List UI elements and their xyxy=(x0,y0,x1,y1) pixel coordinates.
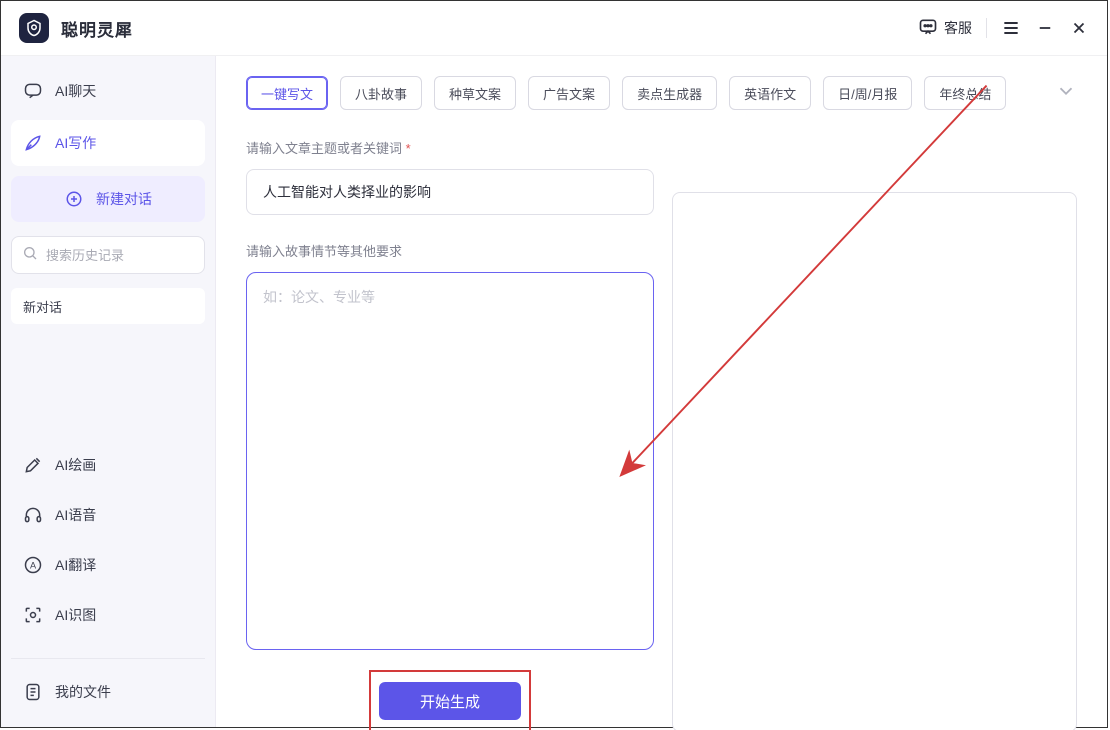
sidebar-item-label: AI绘画 xyxy=(55,455,96,475)
sidebar-item-ai-voice[interactable]: AI语音 xyxy=(11,492,205,538)
minimize-button[interactable] xyxy=(1035,18,1055,38)
template-tab[interactable]: 英语作文 xyxy=(729,76,811,110)
translate-icon: A xyxy=(23,555,43,575)
template-tab[interactable]: 年终总结 xyxy=(924,76,1006,110)
template-tab[interactable]: 种草文案 xyxy=(434,76,516,110)
plus-circle-icon xyxy=(64,189,84,209)
sidebar-item-label: AI翻译 xyxy=(55,555,96,575)
history-item-label: 新对话 xyxy=(23,297,62,316)
template-tab[interactable]: 日/周/月报 xyxy=(823,76,912,110)
template-tab[interactable]: 八卦故事 xyxy=(340,76,422,110)
generate-button[interactable]: 开始生成 xyxy=(379,682,521,720)
svg-text:A: A xyxy=(30,560,37,570)
main-content: 一键写文八卦故事种草文案广告文案卖点生成器英语作文日/周/月报年终总结 请输入文… xyxy=(216,56,1107,727)
sidebar-item-label: AI语音 xyxy=(55,505,96,525)
sidebar-item-ai-paint[interactable]: AI绘画 xyxy=(11,442,205,488)
divider xyxy=(986,18,987,38)
generate-highlight-box: 开始生成 xyxy=(369,670,531,730)
brush-icon xyxy=(23,455,43,475)
template-tab[interactable]: 卖点生成器 xyxy=(622,76,717,110)
sidebar-item-ai-translate[interactable]: A AI翻译 xyxy=(11,542,205,588)
form-column: 请输入文章主题或者关键词 * 请输入故事情节等其他要求 开始生成 xyxy=(246,134,654,730)
topic-input[interactable] xyxy=(263,184,637,200)
topic-input-wrapper[interactable] xyxy=(246,169,654,215)
chat-icon xyxy=(23,81,43,101)
chat-bubble-icon xyxy=(918,17,938,40)
sidebar-item-label: AI识图 xyxy=(55,605,96,625)
customer-support-button[interactable]: 客服 xyxy=(918,17,972,40)
sidebar-item-my-files[interactable]: 我的文件 xyxy=(11,669,205,715)
search-icon xyxy=(22,245,38,266)
expand-tabs-button[interactable] xyxy=(1055,80,1077,107)
history-item[interactable]: 新对话 xyxy=(11,288,205,324)
detail-textarea[interactable] xyxy=(246,272,654,650)
template-tab[interactable]: 广告文案 xyxy=(528,76,610,110)
topic-label: 请输入文章主题或者关键词 * xyxy=(246,138,654,157)
template-tabs: 一键写文八卦故事种草文案广告文案卖点生成器英语作文日/周/月报年终总结 xyxy=(246,76,1077,110)
new-chat-label: 新建对话 xyxy=(96,189,152,209)
sidebar-item-ai-chat[interactable]: AI聊天 xyxy=(11,68,205,114)
sidebar-item-ai-write[interactable]: AI写作 xyxy=(11,120,205,166)
sidebar-item-ai-ocr[interactable]: AI识图 xyxy=(11,592,205,638)
history-search-input[interactable] xyxy=(46,248,222,263)
app-logo-icon xyxy=(19,13,49,43)
sidebar-item-label: 我的文件 xyxy=(55,682,111,702)
new-chat-button[interactable]: 新建对话 xyxy=(11,176,205,222)
title-bar: 聪明灵犀 客服 xyxy=(1,1,1107,56)
headphones-icon xyxy=(23,505,43,525)
history-search[interactable] xyxy=(11,236,205,274)
sidebar-item-label: AI写作 xyxy=(55,133,96,153)
app-title: 聪明灵犀 xyxy=(61,16,133,41)
sidebar-item-label: AI聊天 xyxy=(55,81,96,101)
menu-button[interactable] xyxy=(1001,18,1021,38)
file-icon xyxy=(23,682,43,702)
sidebar: AI聊天 AI写作 新建对话 新对话 xyxy=(1,56,216,727)
detail-label: 请输入故事情节等其他要求 xyxy=(246,241,654,260)
close-button[interactable] xyxy=(1069,18,1089,38)
quill-icon xyxy=(23,133,43,153)
output-panel xyxy=(672,192,1077,730)
template-tab[interactable]: 一键写文 xyxy=(246,76,328,110)
scan-icon xyxy=(23,605,43,625)
support-label: 客服 xyxy=(944,18,972,38)
